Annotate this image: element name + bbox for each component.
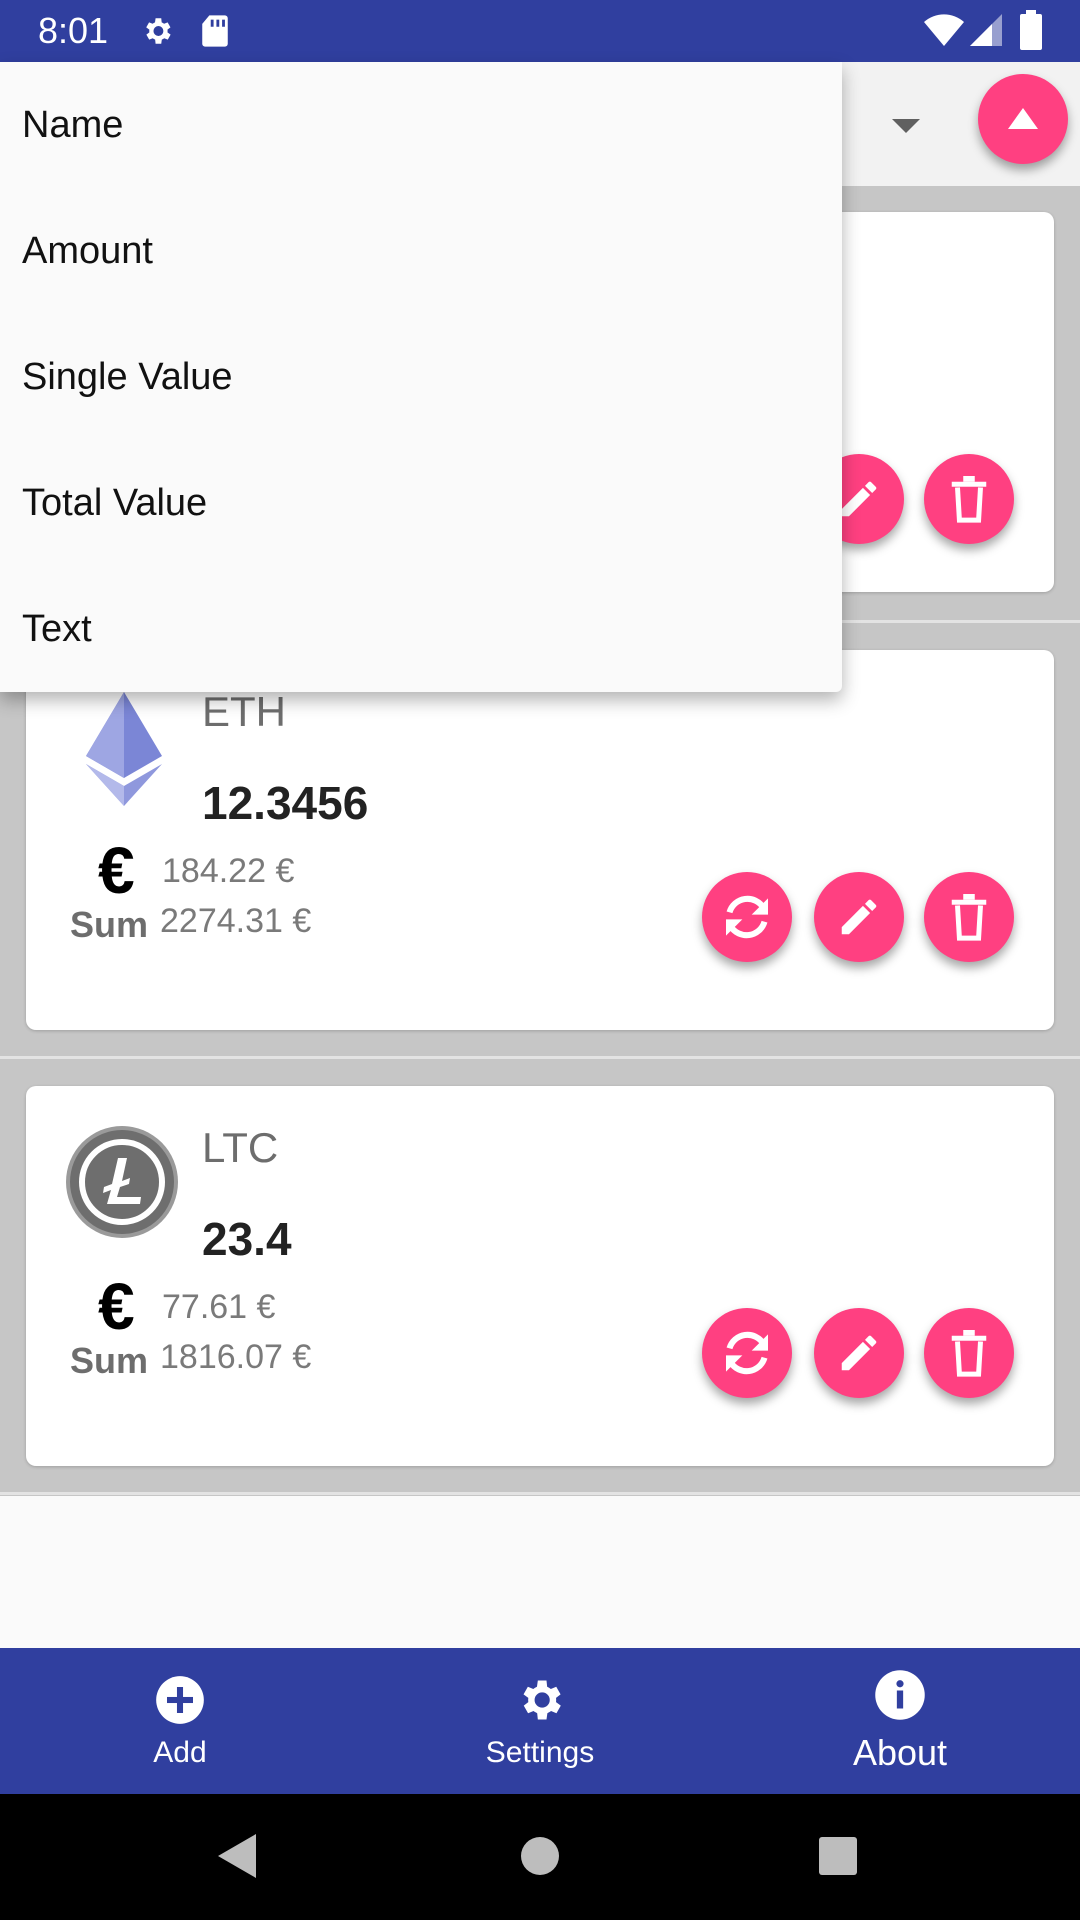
- coin-amount: 23.4: [202, 1213, 292, 1265]
- delete-button[interactable]: [924, 454, 1014, 544]
- single-value: 77.61 €: [162, 1288, 276, 1326]
- coin-symbol: ETH: [202, 688, 286, 735]
- status-time: 8:01: [38, 10, 109, 51]
- recents-icon[interactable]: [818, 1836, 858, 1876]
- wifi-icon: [924, 14, 964, 46]
- trash-icon: [951, 476, 987, 523]
- pencil-icon: [841, 1335, 877, 1371]
- nav-add[interactable]: Add: [0, 1648, 360, 1794]
- sum-label: Sum: [70, 904, 149, 945]
- sort-dropdown-caret-icon[interactable]: [892, 119, 920, 133]
- gear-icon: [523, 1680, 561, 1720]
- single-value: 184.22 €: [162, 852, 295, 890]
- empty-area: [0, 1496, 1080, 1648]
- euro-icon: €: [98, 1269, 135, 1343]
- scroll-up-button[interactable]: [978, 74, 1068, 164]
- ethereum-logo-icon: [86, 692, 162, 806]
- nav-add-label: Add: [153, 1736, 207, 1769]
- refresh-button[interactable]: [702, 872, 792, 962]
- refresh-icon: [726, 895, 768, 939]
- nav-about[interactable]: About: [720, 1648, 1080, 1794]
- battery-icon: [1020, 10, 1042, 50]
- delete-button[interactable]: [924, 872, 1014, 962]
- refresh-icon: [726, 1331, 768, 1375]
- nav-settings-label: Settings: [485, 1736, 595, 1769]
- sum-value: 2274.31 €: [160, 902, 312, 940]
- sort-option-text[interactable]: Text: [22, 608, 92, 651]
- edit-button[interactable]: [814, 872, 904, 962]
- coin-symbol: LTC: [202, 1124, 279, 1171]
- back-icon[interactable]: [216, 1832, 260, 1880]
- signal-icon: [970, 14, 1002, 46]
- sort-option-amount[interactable]: Amount: [22, 230, 153, 273]
- pencil-icon: [841, 899, 877, 935]
- trash-icon: [951, 894, 987, 941]
- info-icon: [875, 1670, 925, 1720]
- settings-gear-icon: [146, 18, 171, 44]
- sd-card-icon: [202, 15, 228, 47]
- nav-settings[interactable]: Settings: [360, 1648, 720, 1794]
- pencil-icon: [841, 481, 877, 517]
- coin-card-eth[interactable]: ETH 12.3456 € 184.22 € Sum 2274.31 €: [26, 650, 1054, 1030]
- sum-value: 1816.07 €: [160, 1338, 312, 1376]
- sort-option-single-value[interactable]: Single Value: [22, 356, 233, 399]
- status-bar: 8:01: [0, 0, 1080, 62]
- trash-icon: [951, 1330, 987, 1377]
- coin-card-ltc[interactable]: LTC 23.4 € 77.61 € Sum 1816.07 €: [26, 1086, 1054, 1466]
- triangle-up-icon: [1008, 108, 1038, 129]
- nav-about-label: About: [852, 1732, 948, 1773]
- coin-amount: 12.3456: [202, 777, 369, 829]
- sort-option-name[interactable]: Name: [22, 104, 123, 147]
- list-divider: [0, 1056, 1080, 1059]
- euro-icon: €: [98, 833, 135, 907]
- refresh-button[interactable]: [702, 1308, 792, 1398]
- sort-option-total-value[interactable]: Total Value: [22, 482, 207, 525]
- sort-dropdown-menu: Name Amount Single Value Total Value Tex…: [0, 62, 842, 692]
- bottom-navigation: Add Settings About: [0, 1648, 1080, 1794]
- delete-button[interactable]: [924, 1308, 1014, 1398]
- litecoin-logo-icon: [66, 1126, 178, 1238]
- sum-label: Sum: [70, 1340, 149, 1381]
- add-circle-icon: [156, 1676, 204, 1724]
- home-icon[interactable]: [520, 1836, 560, 1876]
- list-divider: [0, 1492, 1080, 1495]
- system-navigation-bar: [0, 1794, 1080, 1920]
- edit-button[interactable]: [814, 1308, 904, 1398]
